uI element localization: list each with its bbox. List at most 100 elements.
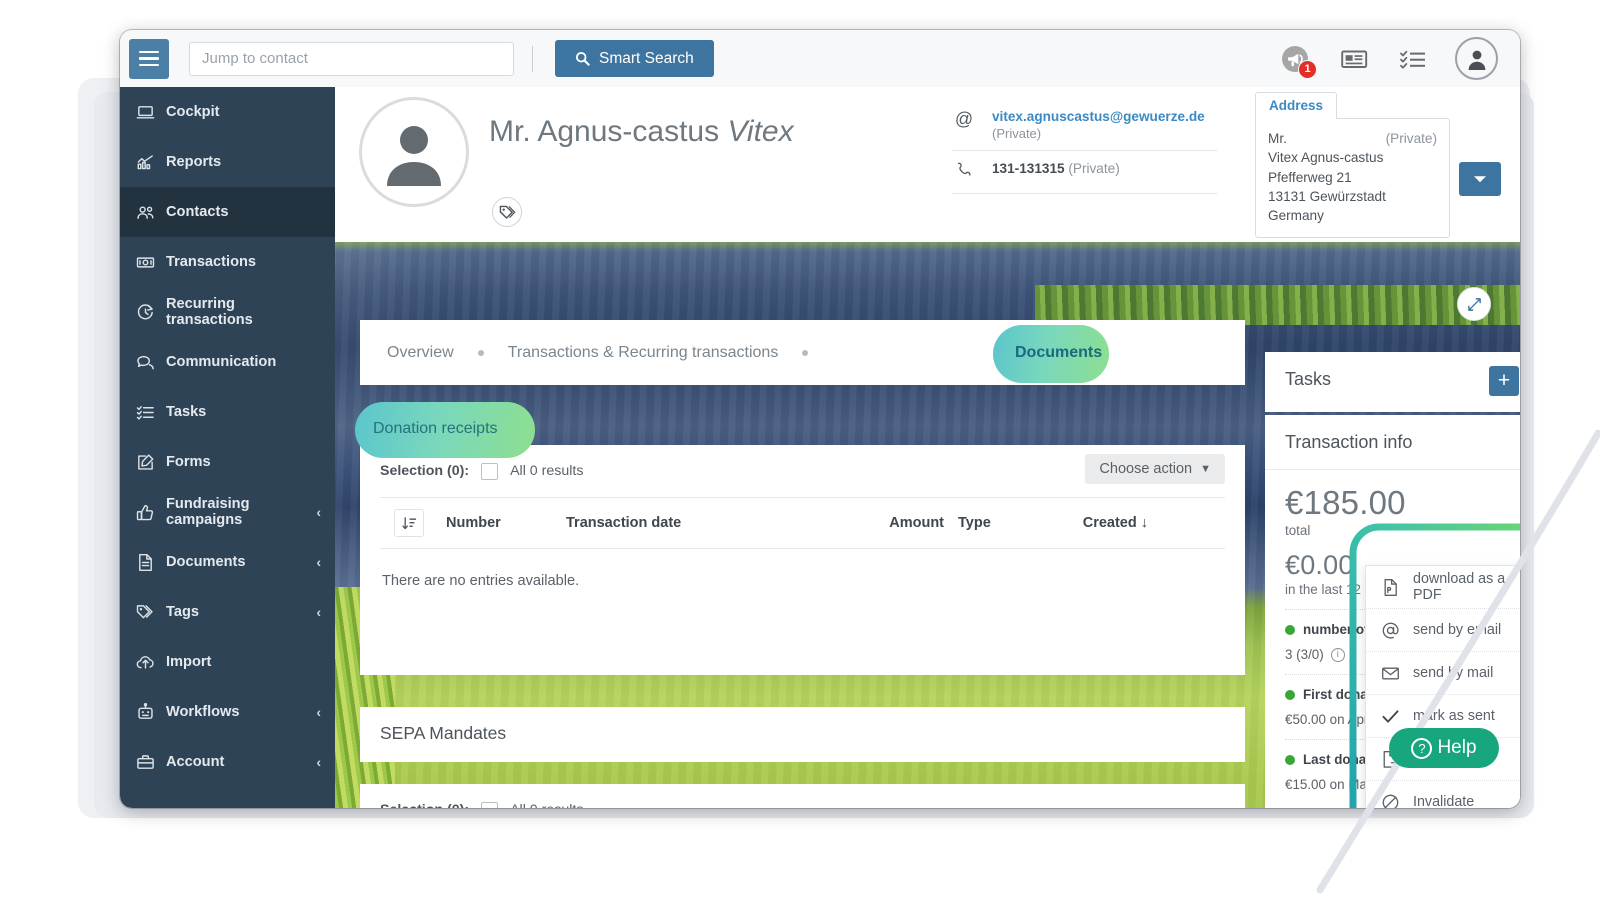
tasks-card: Tasks + — [1265, 352, 1520, 412]
announcements-button[interactable]: 1 — [1278, 42, 1312, 76]
application-window: Smart Search 1 — [120, 30, 1520, 808]
receipts-column-header[interactable]: Created ↓ — [1040, 515, 1148, 531]
sidebar-item-label: Communication — [166, 354, 321, 370]
menu-item-download-as-a-pdf[interactable]: download as a PDF — [1366, 566, 1520, 609]
sidebar-item-tags[interactable]: Tags‹ — [120, 587, 335, 637]
tab-documents-highlight-label[interactable]: Documents — [1015, 344, 1102, 362]
smart-search-button[interactable]: Smart Search — [555, 40, 714, 77]
sidebar-item-label: Fundraising campaigns — [166, 496, 310, 529]
chevron-down-icon — [1473, 175, 1487, 184]
speech-bubbles-icon — [136, 353, 166, 372]
sidebar-item-workflows[interactable]: Workflows ‹ — [120, 687, 335, 737]
cloud-upload-icon — [136, 653, 166, 672]
tasks-title: Tasks — [1265, 352, 1520, 407]
sepa-mandates-header-card: SEPA Mandates — [360, 707, 1245, 762]
menu-item-label: send by mail — [1413, 665, 1493, 681]
help-button[interactable]: ? Help — [1389, 728, 1499, 768]
receipts-column-header[interactable]: Type — [958, 515, 1040, 531]
tab-separator-dot — [478, 350, 484, 356]
contact-phone-wrapper: 131-131315 (Private) — [992, 161, 1120, 176]
address-name: Vitex Agnus-castus — [1268, 148, 1437, 167]
choose-action-button[interactable]: Choose action ▼ — [1085, 454, 1225, 484]
sidebar-item-label: Recurring transactions — [166, 296, 321, 329]
document-icon — [136, 553, 166, 572]
sidebar-item-cockpit[interactable]: Cockpit — [120, 87, 335, 137]
address-salutation-row: Mr. (Private) — [1268, 129, 1437, 148]
donation-receipts-card: Selection (0): All 0 results Choose acti… — [360, 445, 1245, 675]
contact-actions-dropdown-button[interactable] — [1459, 162, 1501, 196]
envelope-icon — [1380, 664, 1400, 683]
address-body: Mr. (Private) Vitex Agnus-castus Pfeffer… — [1255, 118, 1450, 238]
user-avatar-icon — [1465, 47, 1489, 71]
chevron-left-icon[interactable]: ‹ — [316, 704, 321, 720]
sepa-mandates-table-card: Selection (0): All 0 results — [360, 784, 1245, 808]
receipts-select-all-checkbox[interactable] — [481, 463, 498, 480]
address-tab[interactable]: Address — [1255, 92, 1337, 119]
sidebar-item-label: Import — [166, 654, 321, 670]
sort-descending-icon[interactable] — [394, 509, 424, 537]
phone-icon — [952, 161, 976, 184]
help-label: Help — [1437, 737, 1476, 759]
thumbs-up-icon — [136, 503, 166, 522]
donation-receipts-label[interactable]: Donation receipts — [373, 420, 498, 438]
add-task-button[interactable]: + — [1489, 366, 1519, 396]
news-button[interactable] — [1337, 42, 1371, 76]
form-pencil-icon — [136, 453, 166, 472]
chevron-left-icon[interactable]: ‹ — [316, 554, 321, 570]
sidebar-item-account[interactable]: Account‹ — [120, 737, 335, 787]
receipts-selection-label: Selection (0): — [380, 463, 469, 479]
hamburger-icon[interactable] — [129, 39, 169, 79]
contact-email[interactable]: vitex.agnuscastus@gewuerze.de — [992, 109, 1205, 124]
sidebar-item-label: Workflows — [166, 704, 310, 720]
sidebar-item-reports[interactable]: Reports — [120, 137, 335, 187]
sidebar-item-contacts[interactable]: Contacts — [120, 187, 335, 237]
chevron-left-icon[interactable]: ‹ — [316, 604, 321, 620]
tab-overview[interactable]: Overview — [385, 344, 456, 362]
tab-separator-dot — [802, 350, 808, 356]
sidebar-item-transactions[interactable]: Transactions — [120, 237, 335, 287]
receipts-column-header[interactable]: Transaction date — [566, 515, 708, 531]
menu-item-send-by-mail[interactable]: send by mail — [1366, 652, 1520, 695]
menu-item-send-by-email[interactable]: send by email — [1366, 609, 1520, 652]
bar-chart-icon — [136, 153, 166, 172]
clock-refresh-icon — [136, 303, 166, 322]
contact-header-panel: Mr. Agnus-castus Vitex @ vitex.agnuscast… — [335, 87, 1520, 242]
tab-transactions-recurring-transactions[interactable]: Transactions & Recurring transactions — [506, 344, 781, 362]
sepa-select-all-checkbox[interactable] — [481, 802, 498, 809]
receipts-table-header: NumberTransaction dateAmountTypeCreated … — [380, 497, 1225, 549]
expand-header-button[interactable] — [1457, 287, 1491, 321]
address-salutation: Mr. — [1268, 129, 1287, 148]
main-content: Mr. Agnus-castus Vitex @ vitex.agnuscast… — [335, 87, 1520, 808]
robot-icon — [136, 703, 166, 722]
receipts-column-header[interactable]: Number — [446, 515, 566, 531]
chevron-left-icon[interactable]: ‹ — [316, 754, 321, 770]
menu-item-label: download as a PDF — [1413, 571, 1520, 603]
briefcase-icon — [136, 753, 166, 772]
sidebar-item-fundraising-campaigns[interactable]: Fundraising campaigns ‹ — [120, 487, 335, 537]
receipts-column-header[interactable]: Amount — [708, 515, 958, 531]
menu-item-invalidate[interactable]: Invalidate — [1366, 781, 1520, 808]
info-circle-icon[interactable]: i — [1331, 648, 1345, 662]
address-privacy: (Private) — [1386, 129, 1437, 148]
sidebar-item-recurring-transactions[interactable]: Recurring transactions — [120, 287, 335, 337]
search-icon — [575, 51, 590, 66]
jump-to-contact-input[interactable] — [189, 42, 514, 76]
tasklist-button[interactable] — [1396, 42, 1430, 76]
sidebar-item-communication[interactable]: Communication — [120, 337, 335, 387]
menu-item-label: Invalidate — [1413, 794, 1474, 808]
chevron-left-icon[interactable]: ‹ — [316, 504, 321, 520]
sidebar-item-tasks[interactable]: Tasks — [120, 387, 335, 437]
sidebar-navigation: CockpitReportsContactsTransactions Recurr… — [120, 87, 335, 808]
sidebar-item-forms[interactable]: Forms — [120, 437, 335, 487]
sidebar-item-documents[interactable]: Documents‹ — [120, 537, 335, 587]
add-tag-button[interactable] — [492, 197, 522, 227]
contact-last-name: Vitex — [727, 115, 793, 148]
chevron-down-icon: ▼ — [1200, 463, 1211, 475]
account-button[interactable] — [1455, 37, 1498, 80]
sidebar-item-label: Forms — [166, 454, 321, 470]
news-card-icon — [1341, 48, 1368, 70]
sidebar-item-import[interactable]: Import — [120, 637, 335, 687]
choose-action-menu: download as a PDF send by email send by ma… — [1365, 565, 1520, 808]
address-street: Pfefferweg 21 — [1268, 168, 1437, 187]
laptop-icon — [136, 103, 166, 122]
